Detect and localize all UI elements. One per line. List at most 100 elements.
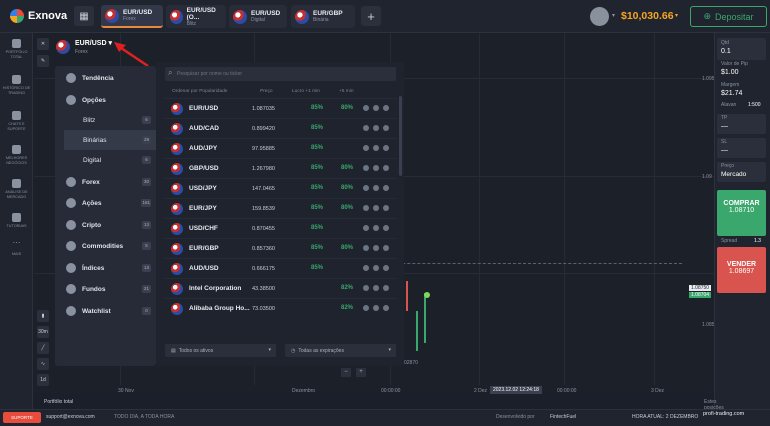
app-logo[interactable]: Exnova: [10, 9, 67, 23]
bell-icon[interactable]: [363, 265, 369, 271]
bell-icon[interactable]: [363, 205, 369, 211]
category-digital[interactable]: Digital 6: [55, 150, 156, 170]
table-row[interactable]: EUR/JPY 159.8539 85% 80%: [165, 198, 397, 218]
draw-tool-button[interactable]: ✎: [37, 55, 49, 67]
support-button[interactable]: SUPORTE: [3, 412, 41, 423]
info-icon[interactable]: [383, 105, 389, 111]
assets-filter-dropdown[interactable]: ▤ Todos os ativos ▾: [165, 344, 276, 357]
star-icon[interactable]: [373, 285, 379, 291]
deposit-button[interactable]: ⊕ Depositar: [690, 6, 767, 27]
bell-icon[interactable]: [363, 145, 369, 151]
sidebar-item-top-deals[interactable]: MELHORES NEGÓCIOS: [0, 145, 33, 165]
tab-eur-usd-forex[interactable]: EUR/USD Forex: [101, 5, 163, 28]
sidebar-item-chats[interactable]: CHATS E SUPORTE: [0, 111, 33, 131]
asset-flag-icon: [171, 223, 183, 235]
star-icon[interactable]: [373, 205, 379, 211]
info-icon[interactable]: [383, 145, 389, 151]
category-trending[interactable]: Tendência: [55, 68, 156, 88]
bell-icon[interactable]: [363, 105, 369, 111]
grid-menu-button[interactable]: ▦: [74, 6, 94, 26]
scrollbar[interactable]: [399, 96, 402, 176]
sell-button[interactable]: VENDER 1.08697: [717, 247, 766, 293]
tab-eur-usd-blitz[interactable]: EUR/USD (O... Blitz: [166, 5, 226, 28]
bell-icon[interactable]: [363, 305, 369, 311]
asset-row-price: 1.087035: [252, 106, 275, 112]
balance[interactable]: $10,030.66: [621, 10, 674, 22]
chevron-down-icon[interactable]: ▾: [612, 12, 615, 19]
info-icon[interactable]: [383, 265, 389, 271]
column-profit-1min[interactable]: Lucro +1 min: [292, 89, 320, 94]
sidebar-item-portfolio[interactable]: PORTFÓLIO TOTAL: [0, 39, 33, 59]
category-binarias[interactable]: Binárias 29: [64, 130, 156, 150]
info-icon[interactable]: [383, 165, 389, 171]
category-watchlist[interactable]: Watchlist 0: [55, 301, 156, 321]
tab-eur-usd-digital[interactable]: EUR/USD Digital: [229, 5, 287, 28]
star-icon[interactable]: [373, 125, 379, 131]
star-icon[interactable]: [373, 225, 379, 231]
table-row[interactable]: AUD/CAD 0.899420 85%: [165, 118, 397, 138]
star-icon[interactable]: [373, 305, 379, 311]
period-button[interactable]: 1d: [37, 374, 49, 386]
table-row[interactable]: Intel Corporation 43.38500 82%: [165, 278, 397, 298]
bell-icon[interactable]: [363, 245, 369, 251]
expirations-filter-dropdown[interactable]: ◷ Todas as expirações ▾: [285, 344, 396, 357]
info-icon[interactable]: [383, 185, 389, 191]
table-row[interactable]: USD/JPY 147.0465 85% 80%: [165, 178, 397, 198]
quantity-value[interactable]: 0.1: [721, 48, 731, 55]
chart-type-button[interactable]: ∿: [37, 358, 49, 370]
timeframe-button[interactable]: 30m: [37, 326, 49, 338]
category-options[interactable]: Opções: [55, 90, 156, 110]
category-commodities[interactable]: Commodities 5: [55, 236, 156, 256]
table-row[interactable]: AUD/USD 0.666175 85%: [165, 258, 397, 278]
bell-icon[interactable]: [363, 165, 369, 171]
table-row[interactable]: USD/CHF 0.870455 85%: [165, 218, 397, 238]
info-icon[interactable]: [383, 245, 389, 251]
portfolio-bar[interactable]: Portfólio total Estes posições: [34, 399, 724, 411]
category-forex[interactable]: Forex 30: [55, 172, 156, 192]
category-funds[interactable]: Fundos 21: [55, 279, 156, 299]
table-row[interactable]: Alibaba Group Ho... 73.03500 82%: [165, 298, 397, 318]
star-icon[interactable]: [373, 265, 379, 271]
table-row[interactable]: GBP/USD 1.267980 85% 80%: [165, 158, 397, 178]
support-email[interactable]: support@exnova.com: [46, 414, 95, 420]
zoom-in-button[interactable]: +: [356, 368, 366, 377]
sidebar-item-market-analysis[interactable]: ANÁLISE DE MERCADO: [0, 179, 33, 199]
table-row[interactable]: EUR/GBP 0.857360 85% 80%: [165, 238, 397, 258]
bell-icon[interactable]: [363, 185, 369, 191]
close-button[interactable]: ✕: [37, 38, 49, 50]
info-icon[interactable]: [383, 225, 389, 231]
search-input[interactable]: Pesquisar por nome ou ticker: [165, 67, 396, 81]
draw-button[interactable]: ╱: [37, 342, 49, 354]
bell-icon[interactable]: [363, 225, 369, 231]
info-icon[interactable]: [383, 305, 389, 311]
star-icon[interactable]: [373, 165, 379, 171]
star-icon[interactable]: [373, 105, 379, 111]
asset-selector[interactable]: EUR/USD ▾: [75, 39, 112, 47]
category-indices[interactable]: Índices 13: [55, 258, 156, 278]
category-blitz[interactable]: Blitz 6: [55, 110, 156, 130]
star-icon[interactable]: [373, 185, 379, 191]
bell-icon[interactable]: [363, 285, 369, 291]
sort-selector[interactable]: Ordenar por Popularidade: [172, 89, 227, 94]
zoom-out-button[interactable]: −: [341, 368, 351, 377]
balance-chevron-icon[interactable]: ▾: [675, 12, 678, 19]
info-icon[interactable]: [383, 205, 389, 211]
line-icon: ╱: [41, 345, 45, 351]
category-crypto[interactable]: Cripto 13: [55, 215, 156, 235]
info-icon[interactable]: [383, 285, 389, 291]
table-row[interactable]: EUR/USD 1.087035 85% 80%: [165, 98, 397, 118]
star-icon[interactable]: [373, 145, 379, 151]
bell-icon[interactable]: [363, 125, 369, 131]
sidebar-item-history[interactable]: HISTÓRICO DE TRADING: [0, 75, 33, 95]
indicator-button[interactable]: ▮: [37, 310, 49, 322]
info-icon[interactable]: [383, 125, 389, 131]
avatar[interactable]: [590, 7, 609, 26]
sidebar-item-tutorials[interactable]: TUTORIAIS: [0, 213, 33, 229]
star-icon[interactable]: [373, 245, 379, 251]
buy-button[interactable]: COMPRAR 1.08710: [717, 190, 766, 236]
add-tab-button[interactable]: +: [361, 6, 381, 26]
sidebar-item-more[interactable]: ⋯ MAIS: [0, 239, 33, 257]
table-row[interactable]: AUD/JPY 97.95885 85%: [165, 138, 397, 158]
category-stocks[interactable]: Ações 161: [55, 193, 156, 213]
tab-eur-gbp-binaria[interactable]: EUR/GBP Binária: [291, 5, 355, 28]
